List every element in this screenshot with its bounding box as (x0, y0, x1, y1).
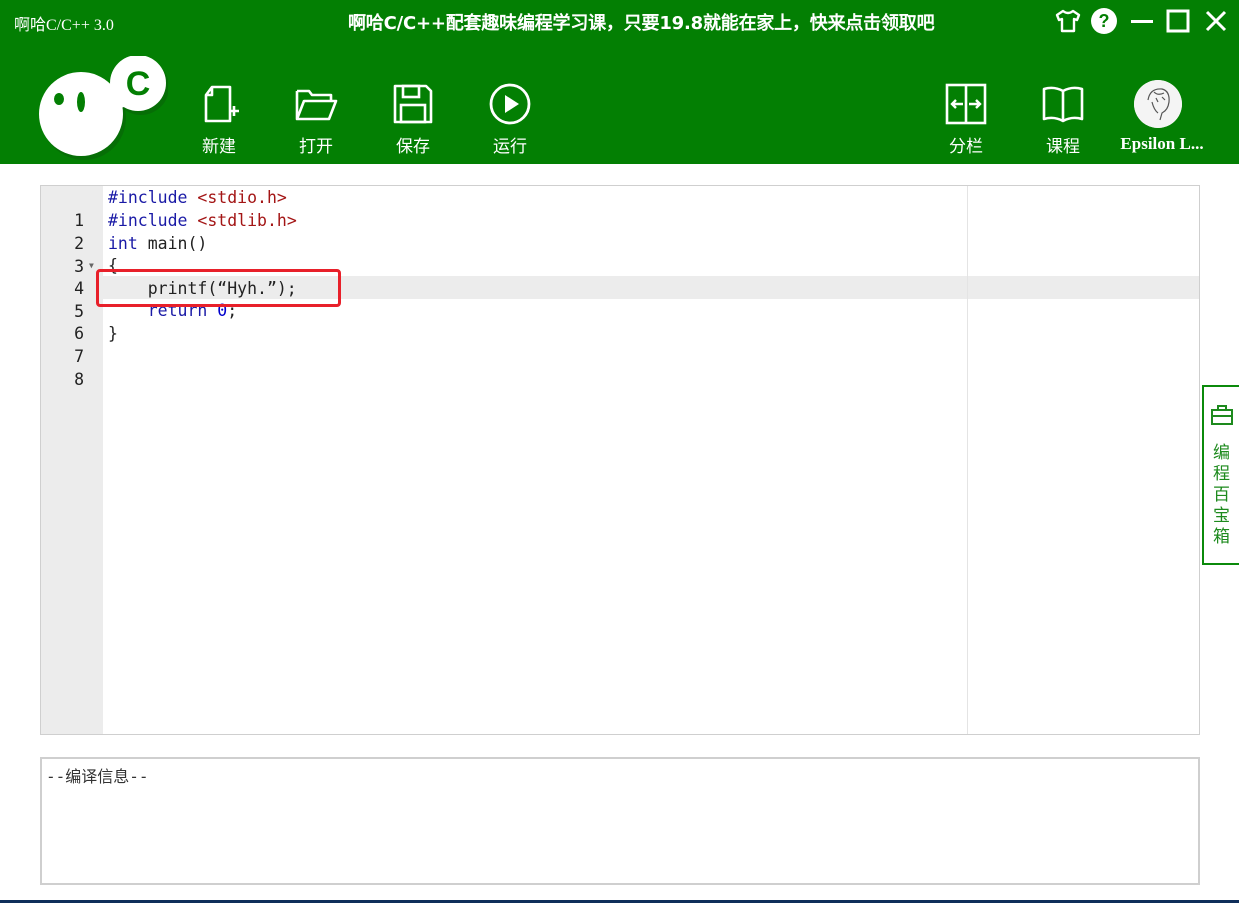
promo-banner-link[interactable]: 啊哈C/C++配套趣味编程学习课，只要19.8就能在家上，快来点击领取吧 (348, 9, 935, 35)
compile-output-panel[interactable]: --编译信息-- (40, 757, 1200, 885)
save-file-label: 保存 (396, 137, 430, 157)
fold-toggle-icon[interactable]: ▼ (89, 254, 94, 277)
new-file-icon (204, 85, 239, 123)
logo-letter: C (126, 65, 151, 103)
play-icon (489, 83, 531, 125)
compile-output-title: --编译信息-- (46, 767, 149, 786)
split-view-button[interactable]: 分栏 (934, 78, 998, 158)
help-icon[interactable]: ? (1089, 6, 1119, 36)
new-file-label: 新建 (202, 137, 236, 157)
book-icon (1042, 86, 1084, 123)
code-editor[interactable]: 1 #include <stdio.h> 2 #include <stdlib.… (40, 185, 1200, 735)
toolbox-label: 编 程 百 宝 箱 (1213, 443, 1230, 547)
toolbox-icon (1211, 405, 1233, 425)
code-line[interactable]: 1 #include <stdio.h> (41, 186, 1199, 230)
highlight-annotation-box (96, 269, 341, 307)
svg-text:?: ? (1099, 11, 1110, 31)
user-name[interactable]: Epsilon L... (1112, 134, 1212, 154)
split-columns-icon (945, 83, 987, 125)
split-view-label: 分栏 (949, 137, 983, 157)
close-icon[interactable] (1201, 6, 1231, 36)
line-number: 8 (74, 370, 84, 389)
app-header: 啊哈C/C++ 3.0 啊哈C/C++配套趣味编程学习课，只要19.8就能在家上… (0, 0, 1239, 164)
course-button[interactable]: 课程 (1031, 78, 1095, 158)
course-label: 课程 (1046, 137, 1080, 157)
code-line[interactable]: 8 (41, 345, 1199, 389)
save-disk-icon (393, 84, 433, 124)
toolbox-side-tab[interactable]: 编 程 百 宝 箱 (1202, 385, 1239, 565)
open-file-label: 打开 (299, 137, 333, 157)
save-file-button[interactable]: 保存 (381, 78, 445, 158)
minimize-icon[interactable] (1127, 6, 1157, 36)
app-logo: C (38, 56, 168, 164)
code-line[interactable]: 2 #include <stdlib.h> (41, 209, 1199, 253)
code-line[interactable]: 3 int main() (41, 232, 1199, 276)
run-button[interactable]: 运行 (478, 78, 542, 158)
open-file-button[interactable]: 打开 (284, 78, 348, 158)
code-line[interactable]: 7 } (41, 322, 1199, 366)
user-avatar[interactable] (1134, 80, 1182, 128)
app-title: 啊哈C/C++ 3.0 (14, 17, 114, 34)
skin-icon[interactable] (1053, 6, 1083, 36)
new-file-button[interactable]: 新建 (187, 78, 251, 158)
maximize-icon[interactable] (1163, 6, 1193, 36)
run-label: 运行 (493, 137, 527, 157)
folder-open-icon (295, 89, 338, 121)
